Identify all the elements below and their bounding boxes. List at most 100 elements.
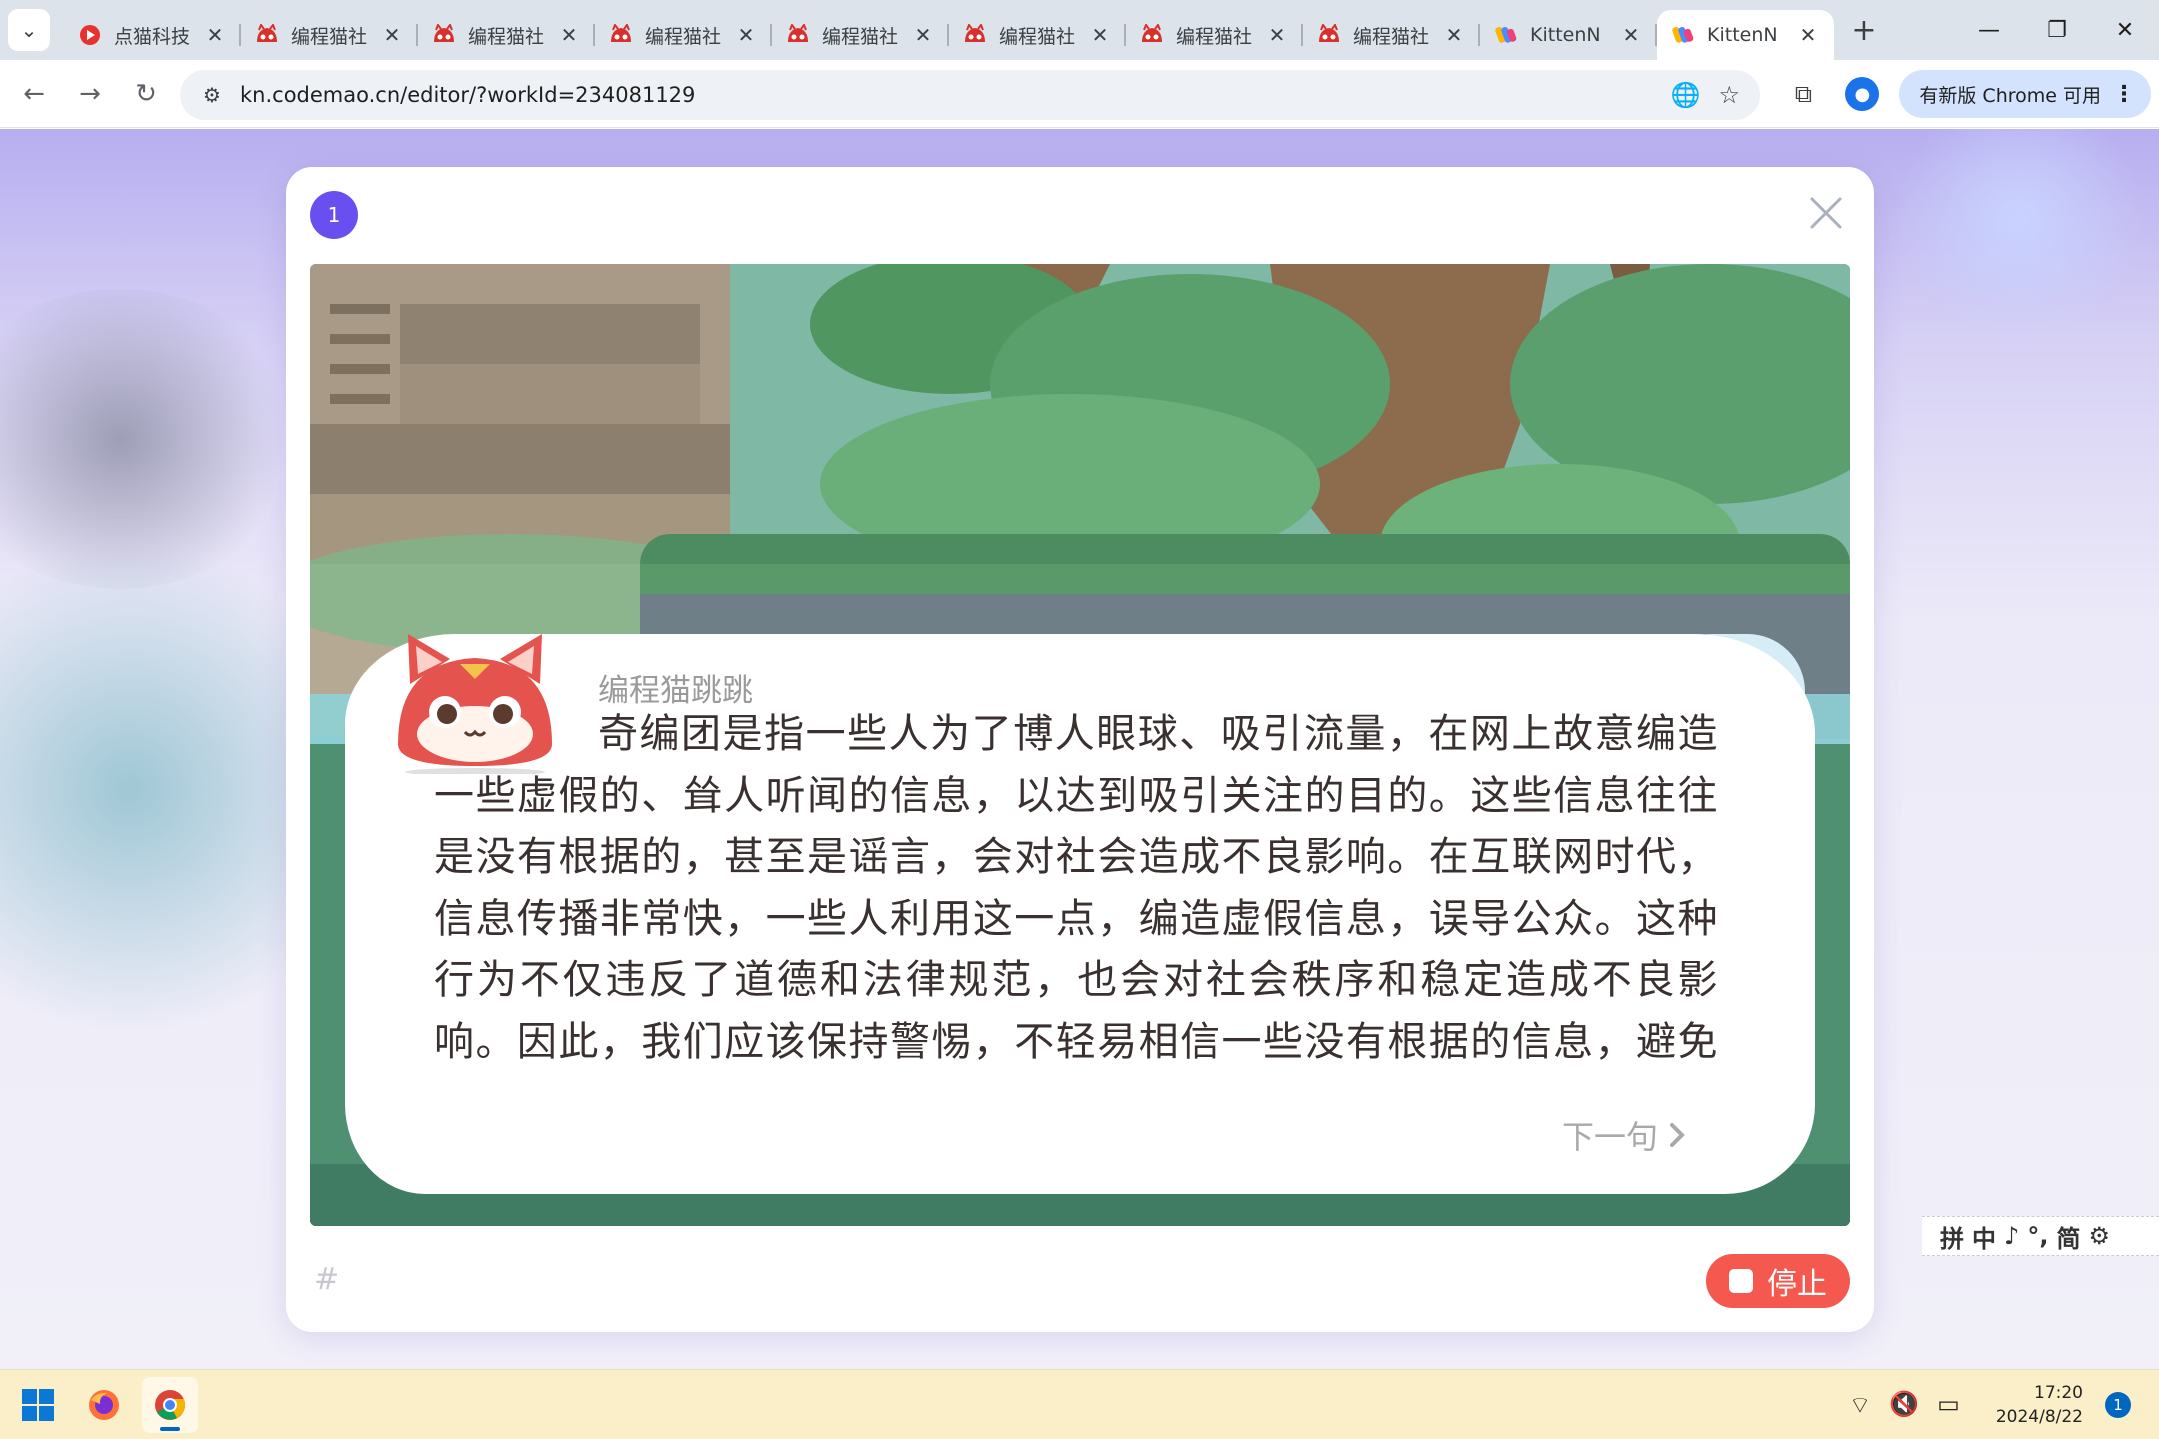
tab-title: 编程猫社	[822, 25, 899, 48]
tab-title: KittenN	[1707, 24, 1778, 46]
firefox-icon	[89, 1389, 119, 1420]
ime-toolbar: 拼 中 ♪ °, 简 ⚙	[1922, 1216, 2159, 1256]
minimize-button[interactable]: —	[1955, 0, 2023, 60]
site-info-icon[interactable]: ⚙	[194, 77, 230, 113]
system-tray: ⌔ 🔇 ▭ 17:20 2024/8/22 1	[1849, 1370, 2159, 1439]
tab[interactable]: 编程猫社 ✕	[1126, 10, 1303, 60]
ime-punctuation-icon[interactable]: °,	[2027, 1222, 2048, 1250]
taskbar-chrome[interactable]	[142, 1376, 198, 1433]
background-blob	[1879, 129, 2159, 329]
tab-active[interactable]: KittenN ✕	[1657, 10, 1834, 60]
tray-icons: ⌔ 🔇 ▭	[1849, 1390, 1960, 1420]
close-tab-icon[interactable]: ✕	[1619, 23, 1643, 47]
url-text[interactable]: kn.codemao.cn/editor/?workId=234081129	[240, 83, 1671, 107]
tab[interactable]: 编程猫社 ✕	[241, 10, 418, 60]
chevron-right-icon	[1670, 1123, 1685, 1147]
kitten-logo-icon	[1671, 23, 1695, 47]
minimize-icon: —	[1978, 17, 2000, 43]
dialog-text: 奇编团是指一些人为了博人眼球、吸引流量，在网上故意编造一些虚假的、耸人听闻的信息…	[434, 711, 1718, 1065]
new-tab-button[interactable]: +	[1844, 10, 1884, 50]
omnibox-actions: 🌐 ☆	[1671, 81, 1740, 109]
ime-simplified-mode[interactable]: 简	[2056, 1219, 2080, 1254]
address-bar[interactable]: ⚙ kn.codemao.cn/editor/?workId=234081129…	[180, 70, 1760, 120]
kitten-logo-icon	[1494, 23, 1518, 47]
ime-pinyin-icon[interactable]: 拼	[1940, 1219, 1964, 1254]
tab[interactable]: 编程猫社 ✕	[949, 10, 1126, 60]
next-sentence-label: 下一句	[1562, 1118, 1659, 1156]
tab[interactable]: 编程猫社 ✕	[772, 10, 949, 60]
clock-time: 17:20	[2034, 1383, 2083, 1403]
close-tab-icon[interactable]: ✕	[557, 23, 581, 47]
story-stage: 编程猫跳跳 奇编团是指一些人为了博人眼球、吸引流量，在网上故意编造一些虚假的、耸…	[310, 264, 1850, 1226]
arrow-right-icon: →	[79, 78, 101, 109]
grid-icon[interactable]: #	[314, 1262, 339, 1297]
translate-icon[interactable]: 🌐	[1671, 81, 1701, 109]
stop-button[interactable]: 停止	[1706, 1254, 1850, 1308]
tab-title: 编程猫社	[468, 25, 545, 48]
tab[interactable]: 编程猫社 ✕	[595, 10, 772, 60]
volume-muted-icon[interactable]: 🔇	[1889, 1390, 1919, 1420]
ime-moon-icon[interactable]: ♪	[2004, 1222, 2019, 1250]
close-tab-icon[interactable]: ✕	[1442, 23, 1466, 47]
chrome-icon	[155, 1389, 186, 1420]
start-button[interactable]	[10, 1377, 66, 1433]
codemao-cat-logo-icon	[1317, 23, 1341, 47]
battery-icon[interactable]: ▭	[1937, 1390, 1960, 1420]
close-tab-icon[interactable]: ✕	[1088, 23, 1112, 47]
codemao-cat-logo-icon	[432, 23, 456, 47]
tab-strip: ⌄ 点猫科技 ✕ 编程猫社 ✕ 编程猫社 ✕ 编程猫社 ✕ 编程猫社 ✕ 编程猫…	[0, 0, 2159, 60]
codemao-cat-logo-icon	[786, 23, 810, 47]
bookmark-star-icon[interactable]: ☆	[1718, 81, 1740, 109]
codemao-cat-logo-icon	[609, 23, 633, 47]
tab[interactable]: KittenN ✕	[1480, 10, 1657, 60]
forward-button[interactable]: →	[68, 72, 112, 116]
tab-list: 点猫科技 ✕ 编程猫社 ✕ 编程猫社 ✕ 编程猫社 ✕ 编程猫社 ✕ 编程猫社 …	[64, 0, 1834, 60]
arrow-left-icon: ←	[23, 78, 45, 109]
tab-title: 编程猫社	[999, 25, 1076, 48]
browser-toolbar: ← → ↻ ⚙ kn.codemao.cn/editor/?workId=234…	[0, 60, 2159, 128]
chevron-down-icon: ⌄	[20, 18, 38, 42]
close-tab-icon[interactable]: ✕	[911, 23, 935, 47]
tab[interactable]: 编程猫社 ✕	[418, 10, 595, 60]
more-menu-icon: ⋮	[2113, 81, 2135, 107]
close-icon	[1810, 197, 1842, 229]
restore-button[interactable]: ❐	[2023, 0, 2091, 60]
stop-square-icon	[1729, 1269, 1753, 1293]
tab-title: KittenN	[1530, 24, 1601, 46]
close-tab-icon[interactable]: ✕	[1796, 23, 1820, 47]
update-label: 有新版 Chrome 可用	[1919, 84, 2101, 107]
taskbar-firefox[interactable]	[76, 1377, 132, 1433]
close-tab-icon[interactable]: ✕	[380, 23, 404, 47]
tab-search-button[interactable]: ⌄	[8, 9, 50, 51]
toolbar-right: ⧉ ● 有新版 Chrome 可用 ⋮	[1781, 60, 2159, 128]
story-dialog-modal: 1 编程猫跳跳 奇编团是指一些人为了博人眼球、吸引流量，在网上故意编造一些虚假的…	[286, 167, 1874, 1332]
close-button[interactable]	[1802, 189, 1850, 237]
tab[interactable]: 编程猫社 ✕	[1303, 10, 1480, 60]
tab-title: 编程猫社	[645, 25, 722, 48]
back-button[interactable]: ←	[12, 72, 56, 116]
clock-date: 2024/8/22	[1995, 1407, 2083, 1427]
chrome-update-button[interactable]: 有新版 Chrome 可用 ⋮	[1899, 70, 2151, 118]
ime-chinese-mode[interactable]: 中	[1972, 1219, 1996, 1254]
step-badge: 1	[310, 191, 358, 239]
page-content: 1 编程猫跳跳 奇编团是指一些人为了博人眼球、吸引流量，在网上故意编造一些虚假的…	[0, 129, 2159, 1369]
reload-button[interactable]: ↻	[124, 72, 168, 116]
close-icon: ✕	[2115, 17, 2135, 43]
windows-logo-icon	[22, 1388, 54, 1421]
clock[interactable]: 17:20 2024/8/22	[1996, 1381, 2083, 1429]
next-sentence-button[interactable]: 下一句	[1562, 1112, 1686, 1158]
notification-badge[interactable]: 1	[2105, 1392, 2131, 1418]
profile-avatar-icon[interactable]: ●	[1845, 77, 1880, 111]
tab-title: 编程猫社	[1353, 25, 1430, 48]
wifi-icon[interactable]: ⌔	[1849, 1390, 1872, 1420]
ime-settings-icon[interactable]: ⚙	[2088, 1222, 2110, 1250]
extensions-icon[interactable]: ⧉	[1781, 72, 1825, 116]
close-tab-icon[interactable]: ✕	[203, 23, 227, 47]
stop-label: 停止	[1767, 1267, 1827, 1302]
close-tab-icon[interactable]: ✕	[1265, 23, 1289, 47]
tab[interactable]: 点猫科技 ✕	[64, 10, 241, 60]
reload-icon: ↻	[135, 78, 157, 109]
codemao-cat-logo-icon	[255, 23, 279, 47]
close-window-button[interactable]: ✕	[2091, 0, 2159, 60]
close-tab-icon[interactable]: ✕	[734, 23, 758, 47]
